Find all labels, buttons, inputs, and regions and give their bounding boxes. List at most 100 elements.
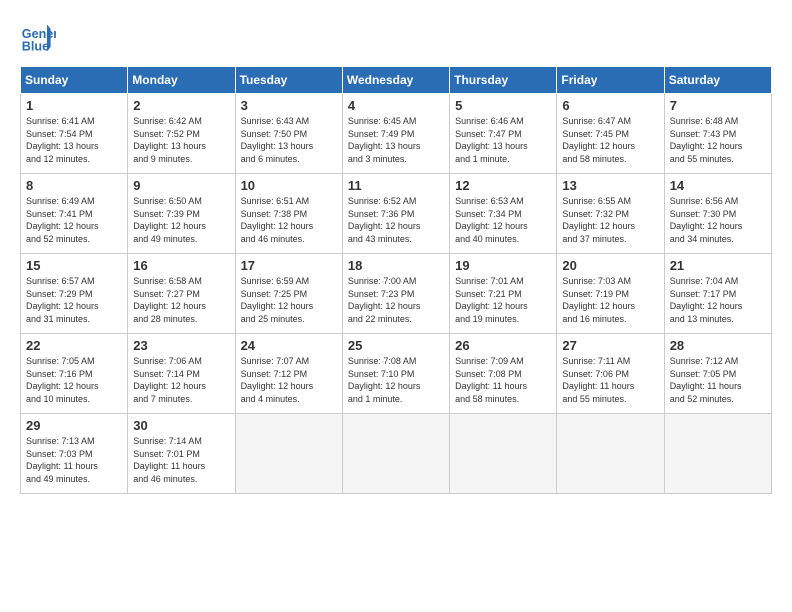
calendar-cell: 22 Sunrise: 7:05 AM Sunset: 7:16 PM Dayli…: [21, 334, 128, 414]
calendar-week-1: 1Sunrise: 6:41 AM Sunset: 7:54 PM Daylig…: [21, 94, 772, 174]
calendar-cell: 8 Sunrise: 6:49 AM Sunset: 7:41 PM Daylig…: [21, 174, 128, 254]
calendar-cell: 7 Sunrise: 6:48 AM Sunset: 7:43 PM Daylig…: [664, 94, 771, 174]
day-number: 10: [241, 178, 337, 193]
day-detail: Sunrise: 6:48 AM Sunset: 7:43 PM Dayligh…: [670, 115, 766, 165]
calendar-cell: 14 Sunrise: 6:56 AM Sunset: 7:30 PM Dayli…: [664, 174, 771, 254]
calendar-header-tuesday: Tuesday: [235, 67, 342, 94]
day-detail: Sunrise: 7:13 AM Sunset: 7:03 PM Dayligh…: [26, 435, 122, 485]
day-detail: Sunrise: 7:08 AM Sunset: 7:10 PM Dayligh…: [348, 355, 444, 405]
calendar-cell: 20 Sunrise: 7:03 AM Sunset: 7:19 PM Dayli…: [557, 254, 664, 334]
day-detail: Sunrise: 6:56 AM Sunset: 7:30 PM Dayligh…: [670, 195, 766, 245]
day-detail: Sunrise: 6:51 AM Sunset: 7:38 PM Dayligh…: [241, 195, 337, 245]
calendar-header-wednesday: Wednesday: [342, 67, 449, 94]
calendar-cell: 6Sunrise: 6:47 AM Sunset: 7:45 PM Daylig…: [557, 94, 664, 174]
day-number: 22: [26, 338, 122, 353]
calendar-cell: 12 Sunrise: 6:53 AM Sunset: 7:34 PM Dayli…: [450, 174, 557, 254]
calendar-week-2: 8 Sunrise: 6:49 AM Sunset: 7:41 PM Daylig…: [21, 174, 772, 254]
calendar-cell: 4 Sunrise: 6:45 AM Sunset: 7:49 PM Daylig…: [342, 94, 449, 174]
svg-text:Blue: Blue: [22, 40, 49, 54]
day-number: 15: [26, 258, 122, 273]
day-detail: Sunrise: 7:07 AM Sunset: 7:12 PM Dayligh…: [241, 355, 337, 405]
calendar-cell: 17Sunrise: 6:59 AM Sunset: 7:25 PM Dayli…: [235, 254, 342, 334]
day-number: 21: [670, 258, 766, 273]
day-number: 30: [133, 418, 229, 433]
calendar-week-3: 15 Sunrise: 6:57 AM Sunset: 7:29 PM Dayli…: [21, 254, 772, 334]
calendar: SundayMondayTuesdayWednesdayThursdayFrid…: [20, 66, 772, 494]
day-number: 12: [455, 178, 551, 193]
calendar-cell: 15 Sunrise: 6:57 AM Sunset: 7:29 PM Dayli…: [21, 254, 128, 334]
day-detail: Sunrise: 6:59 AM Sunset: 7:25 PM Dayligh…: [241, 275, 337, 325]
calendar-header-thursday: Thursday: [450, 67, 557, 94]
calendar-cell: 10 Sunrise: 6:51 AM Sunset: 7:38 PM Dayli…: [235, 174, 342, 254]
day-detail: Sunrise: 6:43 AM Sunset: 7:50 PM Dayligh…: [241, 115, 337, 165]
calendar-week-4: 22 Sunrise: 7:05 AM Sunset: 7:16 PM Dayli…: [21, 334, 772, 414]
day-number: 29: [26, 418, 122, 433]
header: General Blue: [20, 20, 772, 56]
calendar-header-row: SundayMondayTuesdayWednesdayThursdayFrid…: [21, 67, 772, 94]
calendar-cell: [342, 414, 449, 494]
calendar-cell: 24 Sunrise: 7:07 AM Sunset: 7:12 PM Dayli…: [235, 334, 342, 414]
calendar-cell: [557, 414, 664, 494]
calendar-cell: 11 Sunrise: 6:52 AM Sunset: 7:36 PM Dayli…: [342, 174, 449, 254]
day-number: 16: [133, 258, 229, 273]
day-detail: Sunrise: 7:09 AM Sunset: 7:08 PM Dayligh…: [455, 355, 551, 405]
day-number: 24: [241, 338, 337, 353]
calendar-cell: 18 Sunrise: 7:00 AM Sunset: 7:23 PM Dayli…: [342, 254, 449, 334]
day-detail: Sunrise: 7:00 AM Sunset: 7:23 PM Dayligh…: [348, 275, 444, 325]
day-number: 8: [26, 178, 122, 193]
day-detail: Sunrise: 7:01 AM Sunset: 7:21 PM Dayligh…: [455, 275, 551, 325]
day-number: 28: [670, 338, 766, 353]
calendar-cell: 26 Sunrise: 7:09 AM Sunset: 7:08 PM Dayli…: [450, 334, 557, 414]
day-number: 4: [348, 98, 444, 113]
calendar-cell: 16 Sunrise: 6:58 AM Sunset: 7:27 PM Dayli…: [128, 254, 235, 334]
day-detail: Sunrise: 7:14 AM Sunset: 7:01 PM Dayligh…: [133, 435, 229, 485]
logo: General Blue: [20, 20, 62, 56]
day-number: 18: [348, 258, 444, 273]
calendar-header-sunday: Sunday: [21, 67, 128, 94]
day-detail: Sunrise: 7:03 AM Sunset: 7:19 PM Dayligh…: [562, 275, 658, 325]
calendar-cell: 5Sunrise: 6:46 AM Sunset: 7:47 PM Daylig…: [450, 94, 557, 174]
day-detail: Sunrise: 7:12 AM Sunset: 7:05 PM Dayligh…: [670, 355, 766, 405]
day-detail: Sunrise: 7:04 AM Sunset: 7:17 PM Dayligh…: [670, 275, 766, 325]
day-number: 2: [133, 98, 229, 113]
day-number: 11: [348, 178, 444, 193]
day-detail: Sunrise: 7:06 AM Sunset: 7:14 PM Dayligh…: [133, 355, 229, 405]
calendar-cell: 19 Sunrise: 7:01 AM Sunset: 7:21 PM Dayli…: [450, 254, 557, 334]
day-number: 19: [455, 258, 551, 273]
day-detail: Sunrise: 6:57 AM Sunset: 7:29 PM Dayligh…: [26, 275, 122, 325]
day-number: 26: [455, 338, 551, 353]
day-detail: Sunrise: 6:50 AM Sunset: 7:39 PM Dayligh…: [133, 195, 229, 245]
day-number: 23: [133, 338, 229, 353]
calendar-header-saturday: Saturday: [664, 67, 771, 94]
calendar-cell: 1Sunrise: 6:41 AM Sunset: 7:54 PM Daylig…: [21, 94, 128, 174]
calendar-header-friday: Friday: [557, 67, 664, 94]
day-detail: Sunrise: 6:49 AM Sunset: 7:41 PM Dayligh…: [26, 195, 122, 245]
day-detail: Sunrise: 7:11 AM Sunset: 7:06 PM Dayligh…: [562, 355, 658, 405]
day-detail: Sunrise: 6:52 AM Sunset: 7:36 PM Dayligh…: [348, 195, 444, 245]
day-number: 20: [562, 258, 658, 273]
day-detail: Sunrise: 6:46 AM Sunset: 7:47 PM Dayligh…: [455, 115, 551, 165]
day-number: 3: [241, 98, 337, 113]
calendar-cell: 29 Sunrise: 7:13 AM Sunset: 7:03 PM Dayli…: [21, 414, 128, 494]
day-detail: Sunrise: 6:47 AM Sunset: 7:45 PM Dayligh…: [562, 115, 658, 165]
calendar-cell: 13Sunrise: 6:55 AM Sunset: 7:32 PM Dayli…: [557, 174, 664, 254]
day-number: 9: [133, 178, 229, 193]
day-number: 1: [26, 98, 122, 113]
calendar-cell: [450, 414, 557, 494]
calendar-cell: 25 Sunrise: 7:08 AM Sunset: 7:10 PM Dayli…: [342, 334, 449, 414]
day-detail: Sunrise: 6:58 AM Sunset: 7:27 PM Dayligh…: [133, 275, 229, 325]
day-detail: Sunrise: 6:45 AM Sunset: 7:49 PM Dayligh…: [348, 115, 444, 165]
calendar-cell: 21 Sunrise: 7:04 AM Sunset: 7:17 PM Dayli…: [664, 254, 771, 334]
day-number: 25: [348, 338, 444, 353]
calendar-cell: [664, 414, 771, 494]
day-number: 7: [670, 98, 766, 113]
day-detail: Sunrise: 6:53 AM Sunset: 7:34 PM Dayligh…: [455, 195, 551, 245]
calendar-cell: 9 Sunrise: 6:50 AM Sunset: 7:39 PM Daylig…: [128, 174, 235, 254]
calendar-cell: [235, 414, 342, 494]
day-number: 14: [670, 178, 766, 193]
calendar-cell: 30 Sunrise: 7:14 AM Sunset: 7:01 PM Dayli…: [128, 414, 235, 494]
calendar-cell: 28 Sunrise: 7:12 AM Sunset: 7:05 PM Dayli…: [664, 334, 771, 414]
calendar-header-monday: Monday: [128, 67, 235, 94]
day-detail: Sunrise: 7:05 AM Sunset: 7:16 PM Dayligh…: [26, 355, 122, 405]
logo-icon: General Blue: [20, 20, 56, 56]
